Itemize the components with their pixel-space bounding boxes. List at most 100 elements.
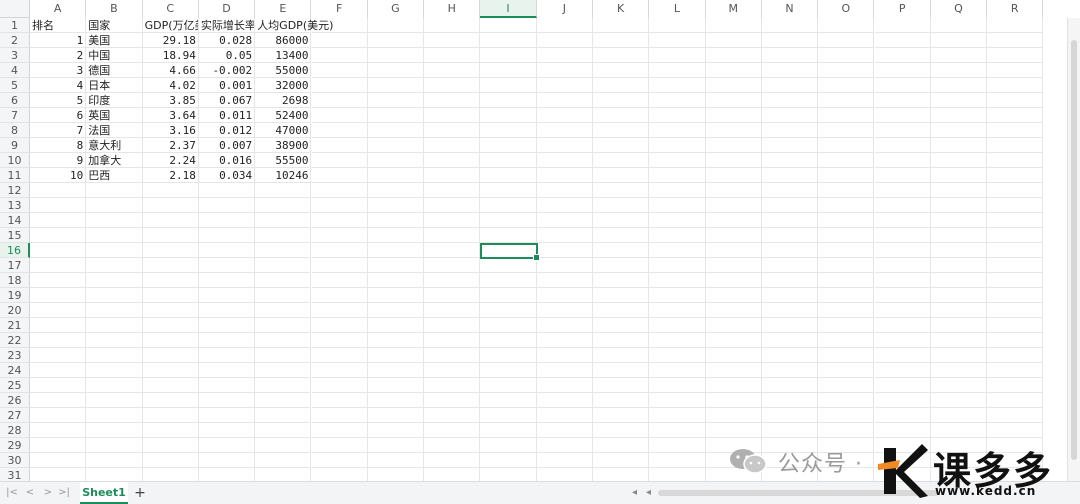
cell-n19[interactable] xyxy=(761,288,819,303)
cell-e23[interactable] xyxy=(255,348,312,363)
cell-i3[interactable] xyxy=(480,48,537,63)
cell-e27[interactable] xyxy=(255,408,312,423)
cell-g27[interactable] xyxy=(367,408,425,423)
cell-e13[interactable] xyxy=(255,198,312,213)
cell-b24[interactable] xyxy=(86,363,143,378)
cell-f4[interactable] xyxy=(311,63,368,78)
cell-j7[interactable] xyxy=(536,108,593,123)
cell-b29[interactable] xyxy=(86,438,143,453)
cell-j12[interactable] xyxy=(536,183,593,198)
prev-sheet-icon[interactable]: < xyxy=(24,486,36,500)
cell-l31[interactable] xyxy=(649,468,706,481)
cell-g25[interactable] xyxy=(367,378,425,393)
cell-p14[interactable] xyxy=(874,213,931,228)
cell-f19[interactable] xyxy=(311,288,368,303)
cell-d8[interactable]: 0.012 xyxy=(198,123,256,138)
cell-l3[interactable] xyxy=(649,48,706,63)
cell-g3[interactable] xyxy=(367,48,425,63)
cell-m2[interactable] xyxy=(705,33,762,48)
cell-g28[interactable] xyxy=(367,423,425,438)
cell-g7[interactable] xyxy=(367,108,425,123)
row-header-8[interactable]: 8 xyxy=(0,123,30,138)
cell-g15[interactable] xyxy=(367,228,425,243)
cell-c19[interactable] xyxy=(142,288,199,303)
cell-p27[interactable] xyxy=(874,408,931,423)
cell-q2[interactable] xyxy=(930,33,988,48)
cell-j10[interactable] xyxy=(536,153,593,168)
cell-l14[interactable] xyxy=(649,213,706,228)
cell-g19[interactable] xyxy=(367,288,425,303)
cell-b8[interactable]: 法国 xyxy=(86,123,143,138)
cell-m27[interactable] xyxy=(705,408,762,423)
cell-g17[interactable] xyxy=(367,258,425,273)
cell-i17[interactable] xyxy=(480,258,537,273)
cell-f18[interactable] xyxy=(311,273,368,288)
cell-c8[interactable]: 3.16 xyxy=(142,123,199,138)
cell-q18[interactable] xyxy=(930,273,988,288)
column-header-j[interactable]: J xyxy=(537,0,593,18)
cell-m5[interactable] xyxy=(705,78,762,93)
cell-o14[interactable] xyxy=(818,213,875,228)
cell-o9[interactable] xyxy=(818,138,875,153)
cell-g6[interactable] xyxy=(367,93,425,108)
cell-o26[interactable] xyxy=(818,393,875,408)
cell-m18[interactable] xyxy=(705,273,762,288)
cell-l20[interactable] xyxy=(649,303,706,318)
row-header-19[interactable]: 19 xyxy=(0,288,30,303)
cell-i10[interactable] xyxy=(480,153,537,168)
cell-p30[interactable] xyxy=(874,453,931,468)
cell-r16[interactable] xyxy=(987,243,1044,258)
column-header-r[interactable]: R xyxy=(987,0,1044,18)
cell-h8[interactable] xyxy=(424,123,481,138)
horizontal-scroll-thumb[interactable] xyxy=(658,490,938,496)
cell-h27[interactable] xyxy=(424,408,481,423)
cell-b7[interactable]: 英国 xyxy=(86,108,143,123)
cell-i12[interactable] xyxy=(480,183,537,198)
cell-o4[interactable] xyxy=(818,63,875,78)
cell-r2[interactable] xyxy=(987,33,1044,48)
cell-j27[interactable] xyxy=(536,408,593,423)
cell-b27[interactable] xyxy=(86,408,143,423)
cell-l28[interactable] xyxy=(649,423,706,438)
column-header-c[interactable]: C xyxy=(143,0,199,18)
row-header-11[interactable]: 11 xyxy=(0,168,30,183)
cell-i19[interactable] xyxy=(480,288,537,303)
cell-k10[interactable] xyxy=(593,153,650,168)
cell-e5[interactable]: 32000 xyxy=(255,78,312,93)
cell-a1[interactable]: 排名 xyxy=(30,18,87,33)
cell-a28[interactable] xyxy=(30,423,87,438)
cell-e28[interactable] xyxy=(255,423,312,438)
cell-j20[interactable] xyxy=(536,303,593,318)
cell-p2[interactable] xyxy=(874,33,931,48)
cell-e4[interactable]: 55000 xyxy=(255,63,312,78)
cell-r10[interactable] xyxy=(987,153,1044,168)
cell-d7[interactable]: 0.011 xyxy=(198,108,256,123)
cell-a31[interactable] xyxy=(30,468,87,481)
cell-j15[interactable] xyxy=(536,228,593,243)
cell-l26[interactable] xyxy=(649,393,706,408)
cell-f23[interactable] xyxy=(311,348,368,363)
cell-e14[interactable] xyxy=(255,213,312,228)
column-header-i[interactable]: I xyxy=(480,0,537,18)
cell-g13[interactable] xyxy=(367,198,425,213)
cell-o25[interactable] xyxy=(818,378,875,393)
cell-j16[interactable] xyxy=(536,243,593,258)
cell-n24[interactable] xyxy=(761,363,819,378)
cell-p17[interactable] xyxy=(874,258,931,273)
cell-d26[interactable] xyxy=(198,393,256,408)
column-header-b[interactable]: B xyxy=(86,0,143,18)
cell-h7[interactable] xyxy=(424,108,481,123)
cell-j11[interactable] xyxy=(536,168,593,183)
cell-l7[interactable] xyxy=(649,108,706,123)
cell-o31[interactable] xyxy=(818,468,875,481)
cell-a19[interactable] xyxy=(30,288,87,303)
cell-q12[interactable] xyxy=(930,183,988,198)
cell-p28[interactable] xyxy=(874,423,931,438)
cell-n29[interactable] xyxy=(761,438,819,453)
cell-p19[interactable] xyxy=(874,288,931,303)
cell-i1[interactable] xyxy=(480,18,537,33)
cell-a14[interactable] xyxy=(30,213,87,228)
cell-r31[interactable] xyxy=(987,468,1044,481)
scroll-left-icon[interactable]: ◂ xyxy=(632,487,637,498)
cell-k4[interactable] xyxy=(593,63,650,78)
